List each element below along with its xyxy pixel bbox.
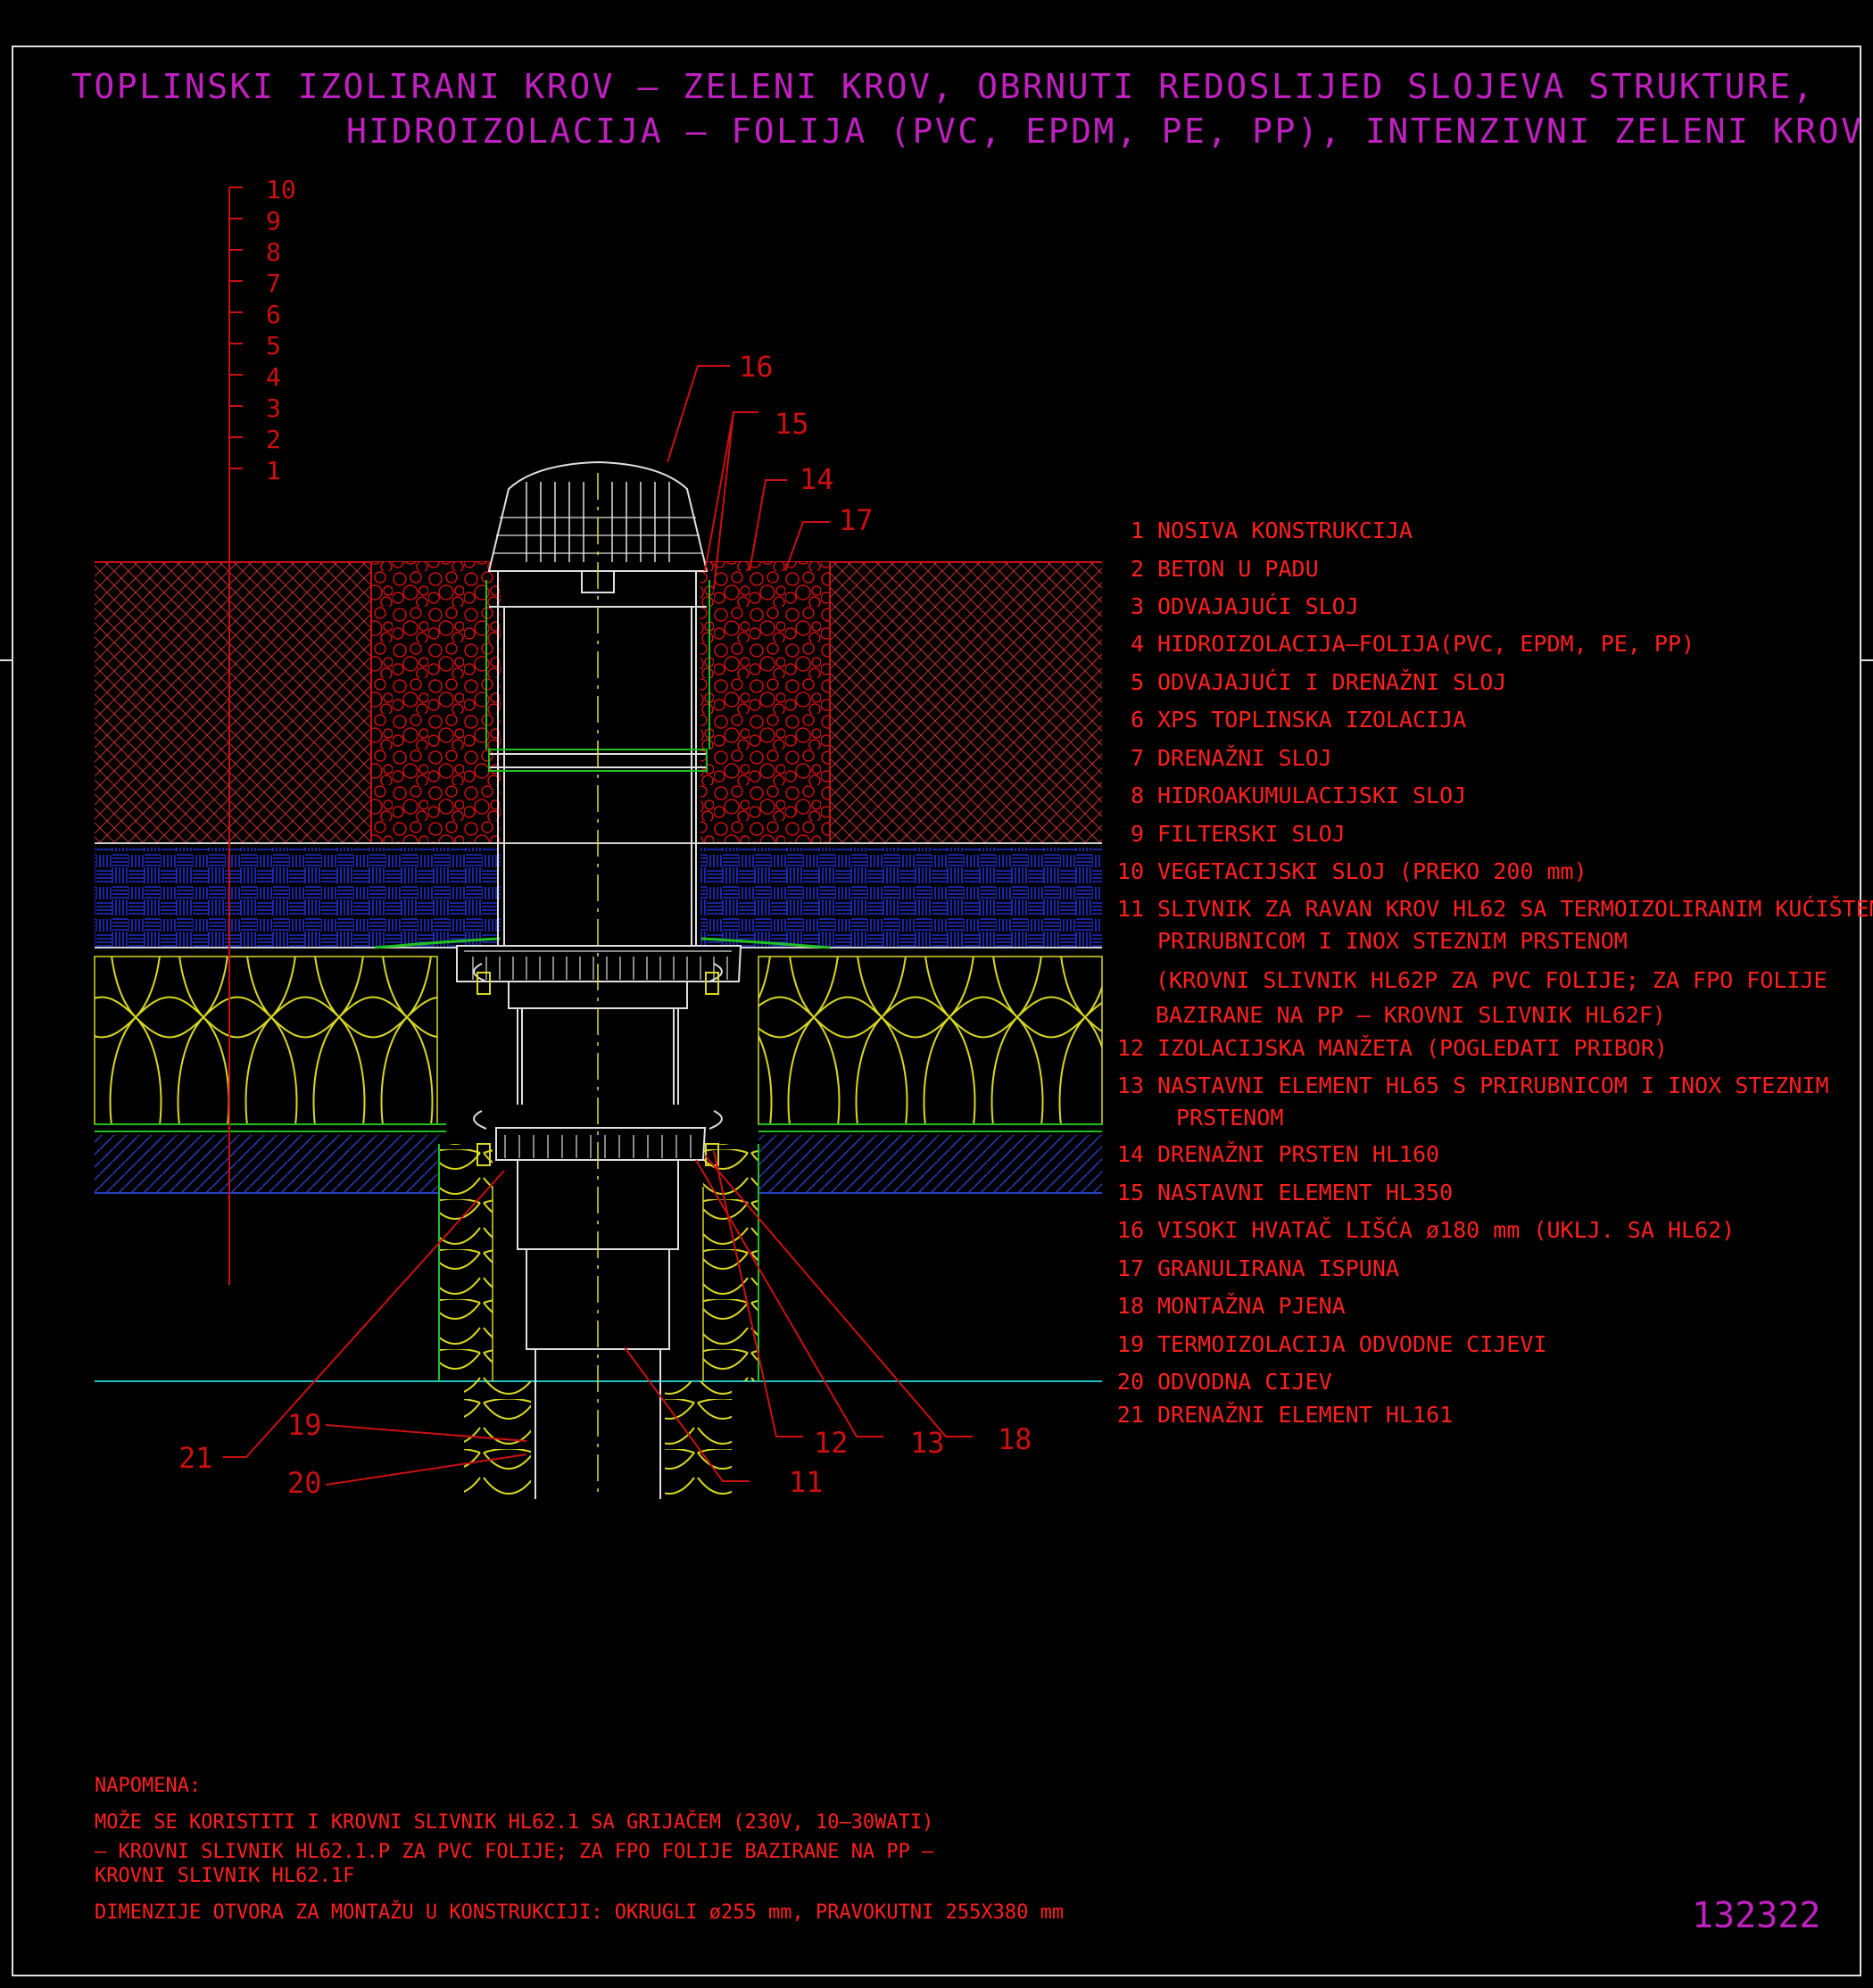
- scale-label: 1: [266, 456, 281, 485]
- legend-text: IZOLACIJSKA MANŽETA (POGLEDATI PRIBOR): [1157, 1035, 1668, 1061]
- legend-num: 3: [1131, 593, 1144, 619]
- legend-num: 9: [1131, 821, 1144, 847]
- callout-13: 13: [910, 1426, 945, 1460]
- legend-num: 19: [1117, 1331, 1144, 1357]
- callout-15: 15: [775, 407, 809, 441]
- scale-label: 5: [266, 331, 281, 360]
- legend-text: MONTAŽNA PJENA: [1157, 1293, 1346, 1319]
- scale-label: 7: [266, 269, 281, 298]
- note: NAPOMENA: MOŽE SE KORISTITI I KROVNI SLI…: [95, 1775, 1064, 1924]
- legend-text: BETON U PADU: [1157, 556, 1319, 582]
- legend-num: 6: [1131, 707, 1144, 733]
- legend-text: DRENAŽNI ELEMENT HL161: [1157, 1402, 1453, 1428]
- scale-label: 3: [266, 393, 281, 423]
- legend-text: DRENAŽNI PRSTEN HL160: [1157, 1141, 1439, 1167]
- note-line: KROVNI SLIVNIK HL62.1F: [95, 1865, 354, 1887]
- scale-labels: 10 9 8 7 6 5 4 3 2 1: [266, 175, 296, 485]
- legend-num: 21: [1117, 1402, 1144, 1428]
- legend-text: FILTERSKI SLOJ: [1157, 821, 1346, 847]
- legend-text: NASTAVNI ELEMENT HL65 S PRIRUBNICOM I IN…: [1157, 1073, 1829, 1098]
- scale-label: 10: [266, 175, 296, 204]
- legend-text: ODVAJAJUĆI I DRENAŽNI SLOJ: [1157, 668, 1506, 695]
- legend-text: NASTAVNI ELEMENT HL350: [1157, 1180, 1453, 1205]
- cad-drawing: 10 9 8 7 6 5 4 3 2 1 16 15 14 17 21 19 2…: [0, 46, 1873, 1976]
- legend-num: 7: [1131, 745, 1144, 771]
- legend-num: 14: [1117, 1141, 1144, 1167]
- callout-18: 18: [998, 1422, 1032, 1456]
- legend-num: 8: [1131, 783, 1144, 808]
- legend-text: HIDROAKUMULACIJSKI SLOJ: [1157, 783, 1466, 808]
- legend-text: SLIVNIK ZA RAVAN KROV HL62 SA TERMOIZOLI…: [1157, 895, 1873, 922]
- title-line-1: TOPLINSKI IZOLIRANI KROV – ZELENI KROV, …: [71, 67, 1815, 106]
- legend-num: 12: [1117, 1035, 1144, 1061]
- legend-text: VEGETACIJSKI SLOJ (PREKO 200 mm): [1157, 858, 1587, 884]
- legend-text: (KROVNI SLIVNIK HL62P ZA PVC FOLIJE; ZA …: [1156, 967, 1827, 993]
- legend-text: PRIRUBNICOM I INOX STEZNIM PRSTENOM: [1157, 928, 1628, 954]
- legend-num: 17: [1117, 1255, 1144, 1281]
- legend: 1 NOSIVA KONSTRUKCIJA 2 BETON U PADU 3 O…: [1117, 518, 1873, 1428]
- scale-label: 9: [266, 206, 281, 236]
- callout-20: 20: [287, 1466, 322, 1500]
- scale-label: 6: [266, 300, 281, 329]
- pipe-insulation: [438, 1144, 759, 1497]
- legend-text: ODVAJAJUĆI SLOJ: [1157, 592, 1359, 619]
- legend-text: XPS TOPLINSKA IZOLACIJA: [1157, 707, 1466, 733]
- callout-19: 19: [287, 1408, 322, 1442]
- legend-text: DRENAŽNI SLOJ: [1157, 745, 1332, 771]
- note-line: MOŽE SE KORISTITI I KROVNI SLIVNIK HL62.…: [95, 1810, 933, 1834]
- legend-num: 5: [1131, 669, 1144, 695]
- callout-11: 11: [789, 1465, 824, 1499]
- legend-num: 16: [1117, 1217, 1144, 1243]
- legend-num: 18: [1117, 1293, 1144, 1319]
- note-line: DIMENZIJE OTVORA ZA MONTAŽU U KONSTRUKCI…: [95, 1901, 1064, 1924]
- title-line-2: HIDROIZOLACIJA – FOLIJA (PVC, EPDM, PE, …: [346, 112, 1863, 151]
- legend-num: 13: [1117, 1073, 1144, 1098]
- drawing-number: 132322: [1692, 1895, 1821, 1936]
- callout-21: 21: [178, 1441, 213, 1475]
- legend-num: 1: [1131, 518, 1144, 543]
- legend-text: PRSTENOM: [1176, 1105, 1283, 1131]
- callout-12: 12: [814, 1426, 849, 1460]
- legend-text: NOSIVA KONSTRUKCIJA: [1157, 518, 1413, 543]
- callout-14: 14: [800, 462, 834, 496]
- callout-17: 17: [839, 503, 874, 537]
- scale-label: 2: [266, 425, 281, 454]
- legend-num: 11: [1117, 896, 1144, 922]
- note-line: – KROVNI SLIVNIK HL62.1.P ZA PVC FOLIJE;…: [95, 1841, 934, 1863]
- legend-text: ODVODNA CIJEV: [1157, 1369, 1332, 1395]
- legend-text: BAZIRANE NA PP – KROVNI SLIVNIK HL62F): [1156, 1002, 1666, 1028]
- legend-text: TERMOIZOLACIJA ODVODNE CIJEVI: [1157, 1331, 1547, 1357]
- legend-text: GRANULIRANA ISPUNA: [1157, 1255, 1399, 1281]
- legend-text: HIDROIZOLACIJA–FOLIJA(PVC, EPDM, PE, PP): [1157, 631, 1695, 657]
- scale-label: 4: [266, 362, 281, 392]
- legend-num: 20: [1117, 1369, 1144, 1395]
- legend-num: 4: [1131, 631, 1144, 657]
- note-heading: NAPOMENA:: [95, 1775, 201, 1797]
- legend-num: 2: [1131, 556, 1144, 582]
- legend-text: VISOKI HVATAČ LIŠĆA ø180 mm (UKLJ. SA HL…: [1157, 1216, 1735, 1243]
- legend-num: 15: [1117, 1180, 1144, 1205]
- callout-16: 16: [739, 350, 774, 384]
- scale-label: 8: [266, 237, 281, 267]
- legend-num: 10: [1117, 858, 1144, 884]
